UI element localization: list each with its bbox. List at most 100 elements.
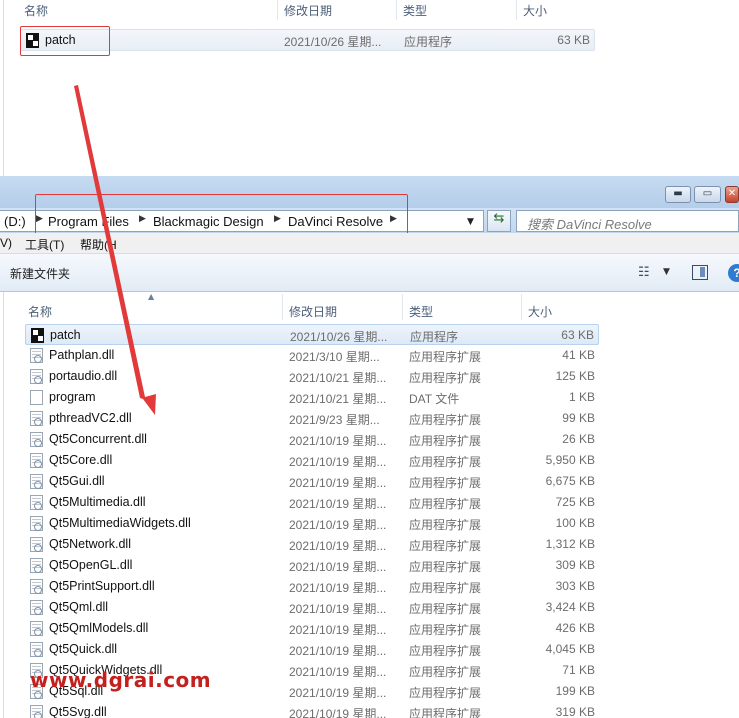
dll-icon xyxy=(30,369,43,384)
file-name: Qt5Svg.dll xyxy=(49,705,107,718)
dll-icon xyxy=(30,642,43,657)
file-date: 2021/10/19 星期... xyxy=(289,581,387,595)
column-type[interactable]: 类型 xyxy=(409,303,433,320)
file-type: 应用程序扩展 xyxy=(409,707,482,718)
dll-icon xyxy=(30,411,43,426)
file-row[interactable]: portaudio.dll 2021/10/21 星期... 应用程序扩展 125 K… xyxy=(25,366,599,387)
dat-file-icon xyxy=(30,390,43,405)
maximize-button[interactable]: ▭ xyxy=(694,186,721,203)
breadcrumb-drive[interactable]: (D:) xyxy=(4,214,26,229)
column-size[interactable]: 大小 xyxy=(523,2,547,19)
file-size: 3,424 KB xyxy=(545,600,595,614)
file-size: 100 KB xyxy=(555,516,595,530)
search-input[interactable]: 搜索 DaVinci Resolve xyxy=(516,210,739,232)
dll-icon xyxy=(30,348,43,363)
file-name: Qt5QmlModels.dll xyxy=(49,621,149,635)
file-row[interactable]: Qt5Concurrent.dll 2021/10/19 星期... 应用程序扩展 2… xyxy=(25,429,599,450)
file-type: 应用程序 xyxy=(410,330,459,344)
pane-edge xyxy=(0,0,4,176)
file-row[interactable]: Qt5MultimediaWidgets.dll 2021/10/19 星期...… xyxy=(25,513,599,534)
file-row[interactable]: Qt5OpenGL.dll 2021/10/19 星期... 应用程序扩展 309 K… xyxy=(25,555,599,576)
menu-tools[interactable]: 工具(T) xyxy=(25,236,64,253)
file-name: Qt5Qml.dll xyxy=(49,600,109,614)
column-name[interactable]: 名称 xyxy=(24,2,48,19)
command-bar: 新建文件夹 ☷ ▼ ? xyxy=(0,254,739,292)
file-row[interactable]: Qt5Quick.dll 2021/10/19 星期... 应用程序扩展 4,045 … xyxy=(25,639,599,660)
file-row[interactable]: Qt5Network.dll 2021/10/19 星期... 应用程序扩展 1,31… xyxy=(25,534,599,555)
file-date: 2021/10/21 星期... xyxy=(289,392,387,406)
column-divider[interactable] xyxy=(396,0,397,20)
close-button[interactable]: ✕ xyxy=(725,186,739,203)
column-divider[interactable] xyxy=(282,294,283,320)
file-row[interactable]: program 2021/10/21 星期... DAT 文件 1 KB xyxy=(25,387,599,408)
file-date: 2021/10/26 星期... xyxy=(290,330,388,344)
file-row[interactable]: pthreadVC2.dll 2021/9/23 星期... 应用程序扩展 99 KB xyxy=(25,408,599,429)
refresh-icon: ⇆ xyxy=(493,211,505,226)
dll-icon xyxy=(30,621,43,636)
menu-help[interactable]: 帮助(H xyxy=(80,236,117,253)
column-date[interactable]: 修改日期 xyxy=(289,303,337,320)
file-name: Qt5Network.dll xyxy=(49,537,131,551)
file-type: 应用程序扩展 xyxy=(409,434,482,448)
file-size: 26 KB xyxy=(562,432,595,446)
file-type: 应用程序 xyxy=(404,35,453,49)
close-icon: ✕ xyxy=(727,188,737,199)
file-type: 应用程序扩展 xyxy=(409,518,482,532)
file-row[interactable]: Qt5Svg.dll 2021/10/19 星期... 应用程序扩展 319 KB xyxy=(25,702,599,718)
file-type: 应用程序扩展 xyxy=(409,371,482,385)
file-size: 99 KB xyxy=(562,411,595,425)
file-row[interactable]: Qt5QmlModels.dll 2021/10/19 星期... 应用程序扩展 42… xyxy=(25,618,599,639)
file-size: 63 KB xyxy=(561,328,594,342)
new-folder-button[interactable]: 新建文件夹 xyxy=(10,265,70,282)
preview-pane-icon[interactable] xyxy=(692,265,708,280)
menu-view-partial[interactable]: V) xyxy=(0,236,12,250)
file-name: Qt5Concurrent.dll xyxy=(49,432,147,446)
file-name: Qt5MultimediaWidgets.dll xyxy=(49,516,191,530)
file-name: Pathplan.dll xyxy=(49,348,115,362)
column-date[interactable]: 修改日期 xyxy=(284,2,332,19)
file-size: 41 KB xyxy=(562,348,595,362)
file-row[interactable]: Qt5Multimedia.dll 2021/10/19 星期... 应用程序扩展 7… xyxy=(25,492,599,513)
file-type: 应用程序扩展 xyxy=(409,686,482,700)
file-list: ▲ 名称 修改日期 类型 大小 patch 2021/10/26 星期... 应用程… xyxy=(0,292,739,718)
column-size[interactable]: 大小 xyxy=(528,303,552,320)
column-divider[interactable] xyxy=(402,294,403,320)
file-row[interactable]: Qt5Gui.dll 2021/10/19 星期... 应用程序扩展 6,675 KB xyxy=(25,471,599,492)
file-row[interactable]: Qt5PrintSupport.dll 2021/10/19 星期... 应用程序扩… xyxy=(25,576,599,597)
file-name: Qt5PrintSupport.dll xyxy=(49,579,155,593)
column-divider[interactable] xyxy=(521,294,522,320)
file-name: Qt5OpenGL.dll xyxy=(49,558,133,572)
column-name[interactable]: 名称 xyxy=(28,303,52,320)
menu-bar: V) 工具(T) 帮助(H xyxy=(0,233,739,254)
file-row[interactable]: Pathplan.dll 2021/3/10 星期... 应用程序扩展 41 KB xyxy=(25,345,599,366)
column-type[interactable]: 类型 xyxy=(403,2,427,19)
file-row[interactable]: patch 2021/10/26 星期... 应用程序 63 KB xyxy=(25,324,599,345)
column-divider[interactable] xyxy=(516,0,517,20)
minimize-button[interactable]: ▬ xyxy=(665,186,691,203)
file-date: 2021/10/19 星期... xyxy=(289,455,387,469)
refresh-button[interactable]: ⇆ xyxy=(487,210,511,232)
file-date: 2021/9/23 星期... xyxy=(289,413,380,427)
address-history-dropdown-icon[interactable]: ▼ xyxy=(467,217,474,227)
file-name: patch xyxy=(50,328,81,342)
file-date: 2021/10/19 星期... xyxy=(289,560,387,574)
file-row[interactable]: Qt5Qml.dll 2021/10/19 星期... 应用程序扩展 3,424 KB xyxy=(25,597,599,618)
file-size: 1,312 KB xyxy=(545,537,595,551)
watermark-text: www.dgrai.com xyxy=(30,668,212,692)
file-row[interactable]: Qt5Core.dll 2021/10/19 星期... 应用程序扩展 5,950 K… xyxy=(25,450,599,471)
file-size: 4,045 KB xyxy=(545,642,595,656)
dll-icon xyxy=(30,537,43,552)
pane-edge xyxy=(0,292,4,718)
help-icon[interactable]: ? xyxy=(728,264,739,282)
file-date: 2021/10/19 星期... xyxy=(289,539,387,553)
column-divider[interactable] xyxy=(277,0,278,20)
dll-icon xyxy=(30,579,43,594)
file-date: 2021/10/19 星期... xyxy=(289,476,387,490)
file-size: 125 KB xyxy=(555,369,595,383)
file-type: 应用程序扩展 xyxy=(409,644,482,658)
view-dropdown-icon[interactable]: ▼ xyxy=(663,267,670,277)
file-type: 应用程序扩展 xyxy=(409,455,482,469)
view-options-icon[interactable]: ☷ xyxy=(638,265,650,280)
dll-icon xyxy=(30,516,43,531)
file-type: 应用程序扩展 xyxy=(409,623,482,637)
